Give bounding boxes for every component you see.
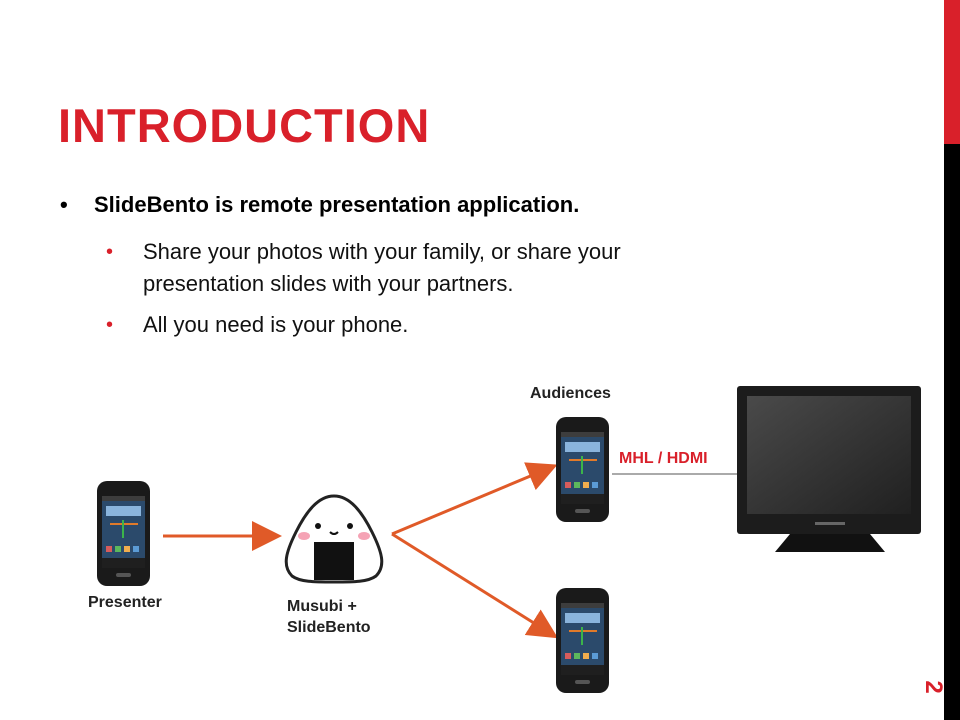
musubi-label: Musubi + SlideBento (287, 596, 371, 638)
musubi-label-line1: Musubi + (287, 598, 357, 615)
phone-icon (556, 588, 609, 693)
rice-ball-mascot-icon (284, 494, 384, 584)
diagram-arrows (163, 462, 738, 639)
arrow-icon (391, 532, 559, 639)
phone-icon (97, 481, 150, 586)
musubi-label-line2: SlideBento (287, 619, 371, 636)
connection-label: MHL / HDMI (619, 450, 708, 467)
tv-icon (737, 386, 921, 552)
phone-icon (556, 417, 609, 522)
presenter-label: Presenter (88, 594, 162, 611)
audiences-label: Audiences (530, 385, 611, 402)
arrow-icon (391, 462, 558, 536)
